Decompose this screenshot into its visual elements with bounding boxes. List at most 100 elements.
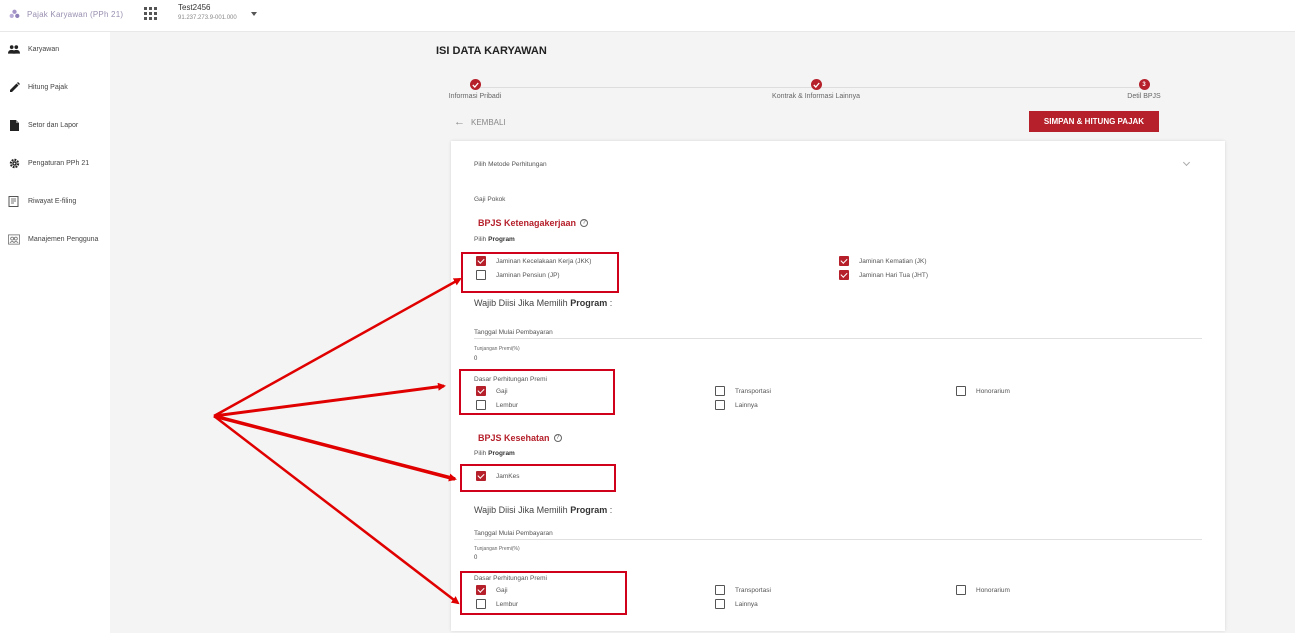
wajib-prefix: Wajib Diisi Jika Memilih bbox=[474, 505, 568, 515]
pilih-program-label: Pilih Program bbox=[474, 236, 515, 243]
arrow-left-icon: ← bbox=[454, 116, 465, 128]
step-informasi-pribadi[interactable]: Informasi Pribadi bbox=[405, 79, 545, 100]
tunjangan-premi-value[interactable]: 0 bbox=[474, 356, 477, 362]
input-underline bbox=[474, 539, 1202, 540]
people-icon bbox=[8, 43, 20, 55]
receipt-icon bbox=[8, 195, 20, 207]
annotation-box bbox=[460, 464, 616, 492]
tanggal-mulai-input[interactable]: Tanggal Mulai Pembayaran bbox=[474, 530, 553, 537]
pilih-prefix: Pilih bbox=[474, 450, 487, 457]
sidebar-item-label: Karyawan bbox=[28, 45, 60, 53]
annotation-arrow bbox=[213, 277, 462, 418]
help-icon[interactable]: ? bbox=[580, 219, 589, 227]
checkbox-label: Jaminan Kematian (JK) bbox=[859, 257, 927, 265]
section-title-ketenagakerjaan: BPJS Ketenagakerjaan ? bbox=[478, 218, 589, 228]
checkbox-unchecked-icon[interactable] bbox=[715, 386, 725, 396]
back-button[interactable]: ← KEMBALI bbox=[454, 116, 506, 128]
document-icon bbox=[8, 119, 20, 131]
section-title-text: BPJS Kesehatan bbox=[478, 433, 550, 443]
pilih-prefix: Pilih bbox=[474, 236, 487, 243]
wajib-bold: Program bbox=[570, 298, 608, 308]
checkbox-jk[interactable]: Jaminan Kematian (JK) bbox=[839, 256, 927, 266]
step-label: Kontrak & Informasi Lainnya bbox=[772, 93, 860, 100]
pilih-bold: Program bbox=[488, 236, 515, 243]
checkbox-honorarium[interactable]: Honorarium bbox=[956, 386, 1010, 396]
checkbox-lainnya[interactable]: Lainnya bbox=[715, 599, 758, 609]
checkbox-transportasi[interactable]: Transportasi bbox=[715, 386, 771, 396]
section-title-text: BPJS Ketenagakerjaan bbox=[478, 218, 577, 228]
step-label: Detil BPJS bbox=[1127, 93, 1161, 100]
annotation-box bbox=[461, 252, 619, 293]
sidebar-item-hitung-pajak[interactable]: Hitung Pajak bbox=[0, 77, 110, 97]
checkbox-transportasi[interactable]: Transportasi bbox=[715, 585, 771, 595]
input-underline bbox=[474, 338, 1202, 339]
company-name: Test2456 bbox=[178, 3, 211, 12]
brand-logo-icon bbox=[9, 9, 20, 19]
annotation-arrow bbox=[213, 382, 446, 418]
tunjangan-premi-value[interactable]: 0 bbox=[474, 555, 477, 561]
gear-icon bbox=[8, 157, 20, 169]
check-icon bbox=[810, 79, 822, 90]
users-manage-icon bbox=[8, 233, 20, 245]
checkbox-label: Jaminan Hari Tua (JHT) bbox=[859, 271, 928, 279]
sidebar-item-setor-lapor[interactable]: Setor dan Lapor bbox=[0, 115, 110, 135]
wajib-heading: Wajib Diisi Jika Memilih Program : bbox=[474, 298, 612, 308]
sidebar-item-manajemen-pengguna[interactable]: Manajemen Pengguna bbox=[0, 229, 110, 249]
check-icon bbox=[469, 79, 481, 90]
checkbox-honorarium[interactable]: Honorarium bbox=[956, 585, 1010, 595]
checkbox-label: Honorarium bbox=[976, 387, 1010, 395]
pilih-program-label: Pilih Program bbox=[474, 450, 515, 457]
help-icon[interactable]: ? bbox=[553, 434, 562, 442]
sidebar-item-riwayat-efiling[interactable]: Riwayat E-filing bbox=[0, 191, 110, 211]
step-number: 3 bbox=[1138, 79, 1150, 90]
wajib-heading: Wajib Diisi Jika Memilih Program : bbox=[474, 505, 612, 515]
sidebar-item-label: Pengaturan PPh 21 bbox=[28, 159, 90, 167]
tanggal-mulai-input[interactable]: Tanggal Mulai Pembayaran bbox=[474, 329, 553, 336]
sidebar-item-karyawan[interactable]: Karyawan bbox=[0, 39, 110, 59]
checkbox-lainnya[interactable]: Lainnya bbox=[715, 400, 758, 410]
pencil-icon bbox=[8, 81, 20, 93]
wajib-prefix: Wajib Diisi Jika Memilih bbox=[474, 298, 568, 308]
sidebar-item-label: Riwayat E-filing bbox=[28, 197, 77, 205]
checkbox-label: Transportasi bbox=[735, 387, 771, 395]
top-bar: Pajak Karyawan (PPh 21) Test2456 91.237.… bbox=[0, 0, 1295, 32]
save-calculate-button[interactable]: SIMPAN & HITUNG PAJAK bbox=[1029, 111, 1159, 132]
tunjangan-premi-label: Tunjangan Premi(%) bbox=[474, 546, 520, 552]
checkbox-checked-icon[interactable] bbox=[839, 270, 849, 280]
checkbox-label: Transportasi bbox=[735, 586, 771, 594]
checkbox-unchecked-icon[interactable] bbox=[715, 400, 725, 410]
sidebar-item-pengaturan[interactable]: Pengaturan PPh 21 bbox=[0, 153, 110, 173]
metode-perhitungan-select[interactable]: Pilih Metode Perhitungan bbox=[474, 161, 547, 168]
caret-down-icon[interactable] bbox=[251, 12, 257, 16]
checkbox-label: Honorarium bbox=[976, 586, 1010, 594]
sidebar-item-label: Hitung Pajak bbox=[28, 83, 68, 91]
app-title: Pajak Karyawan (PPh 21) bbox=[27, 10, 124, 19]
step-kontrak[interactable]: Kontrak & Informasi Lainnya bbox=[746, 79, 886, 100]
sidebar: Karyawan Hitung Pajak Setor dan Lapor Pe… bbox=[0, 32, 110, 633]
checkbox-label: Lainnya bbox=[735, 600, 758, 608]
annotation-box bbox=[459, 369, 615, 415]
brand[interactable]: Pajak Karyawan (PPh 21) bbox=[8, 8, 123, 21]
company-selector[interactable]: Test2456 91.237.273.9-001.000 bbox=[178, 3, 237, 21]
back-label: KEMBALI bbox=[471, 117, 506, 127]
wajib-suffix: : bbox=[609, 505, 613, 515]
tunjangan-premi-label: Tunjangan Premi(%) bbox=[474, 346, 520, 352]
checkbox-unchecked-icon[interactable] bbox=[956, 386, 966, 396]
checkbox-unchecked-icon[interactable] bbox=[956, 585, 966, 595]
wajib-bold: Program bbox=[570, 505, 608, 515]
section-title-kesehatan: BPJS Kesehatan ? bbox=[478, 433, 562, 443]
checkbox-jht[interactable]: Jaminan Hari Tua (JHT) bbox=[839, 270, 928, 280]
step-label: Informasi Pribadi bbox=[448, 93, 502, 100]
checkbox-unchecked-icon[interactable] bbox=[715, 585, 725, 595]
pilih-bold: Program bbox=[488, 450, 515, 457]
sidebar-item-label: Setor dan Lapor bbox=[28, 121, 79, 129]
checkbox-checked-icon[interactable] bbox=[839, 256, 849, 266]
wajib-suffix: : bbox=[609, 298, 613, 308]
annotation-arrow bbox=[213, 414, 457, 482]
company-npwp: 91.237.273.9-001.000 bbox=[178, 15, 237, 21]
checkbox-unchecked-icon[interactable] bbox=[715, 599, 725, 609]
page-title: ISI DATA KARYAWAN bbox=[436, 45, 547, 57]
step-detil-bpjs[interactable]: 3 Detil BPJS bbox=[1074, 79, 1214, 100]
checkbox-label: Lainnya bbox=[735, 401, 758, 409]
apps-grid-icon[interactable] bbox=[144, 7, 157, 20]
